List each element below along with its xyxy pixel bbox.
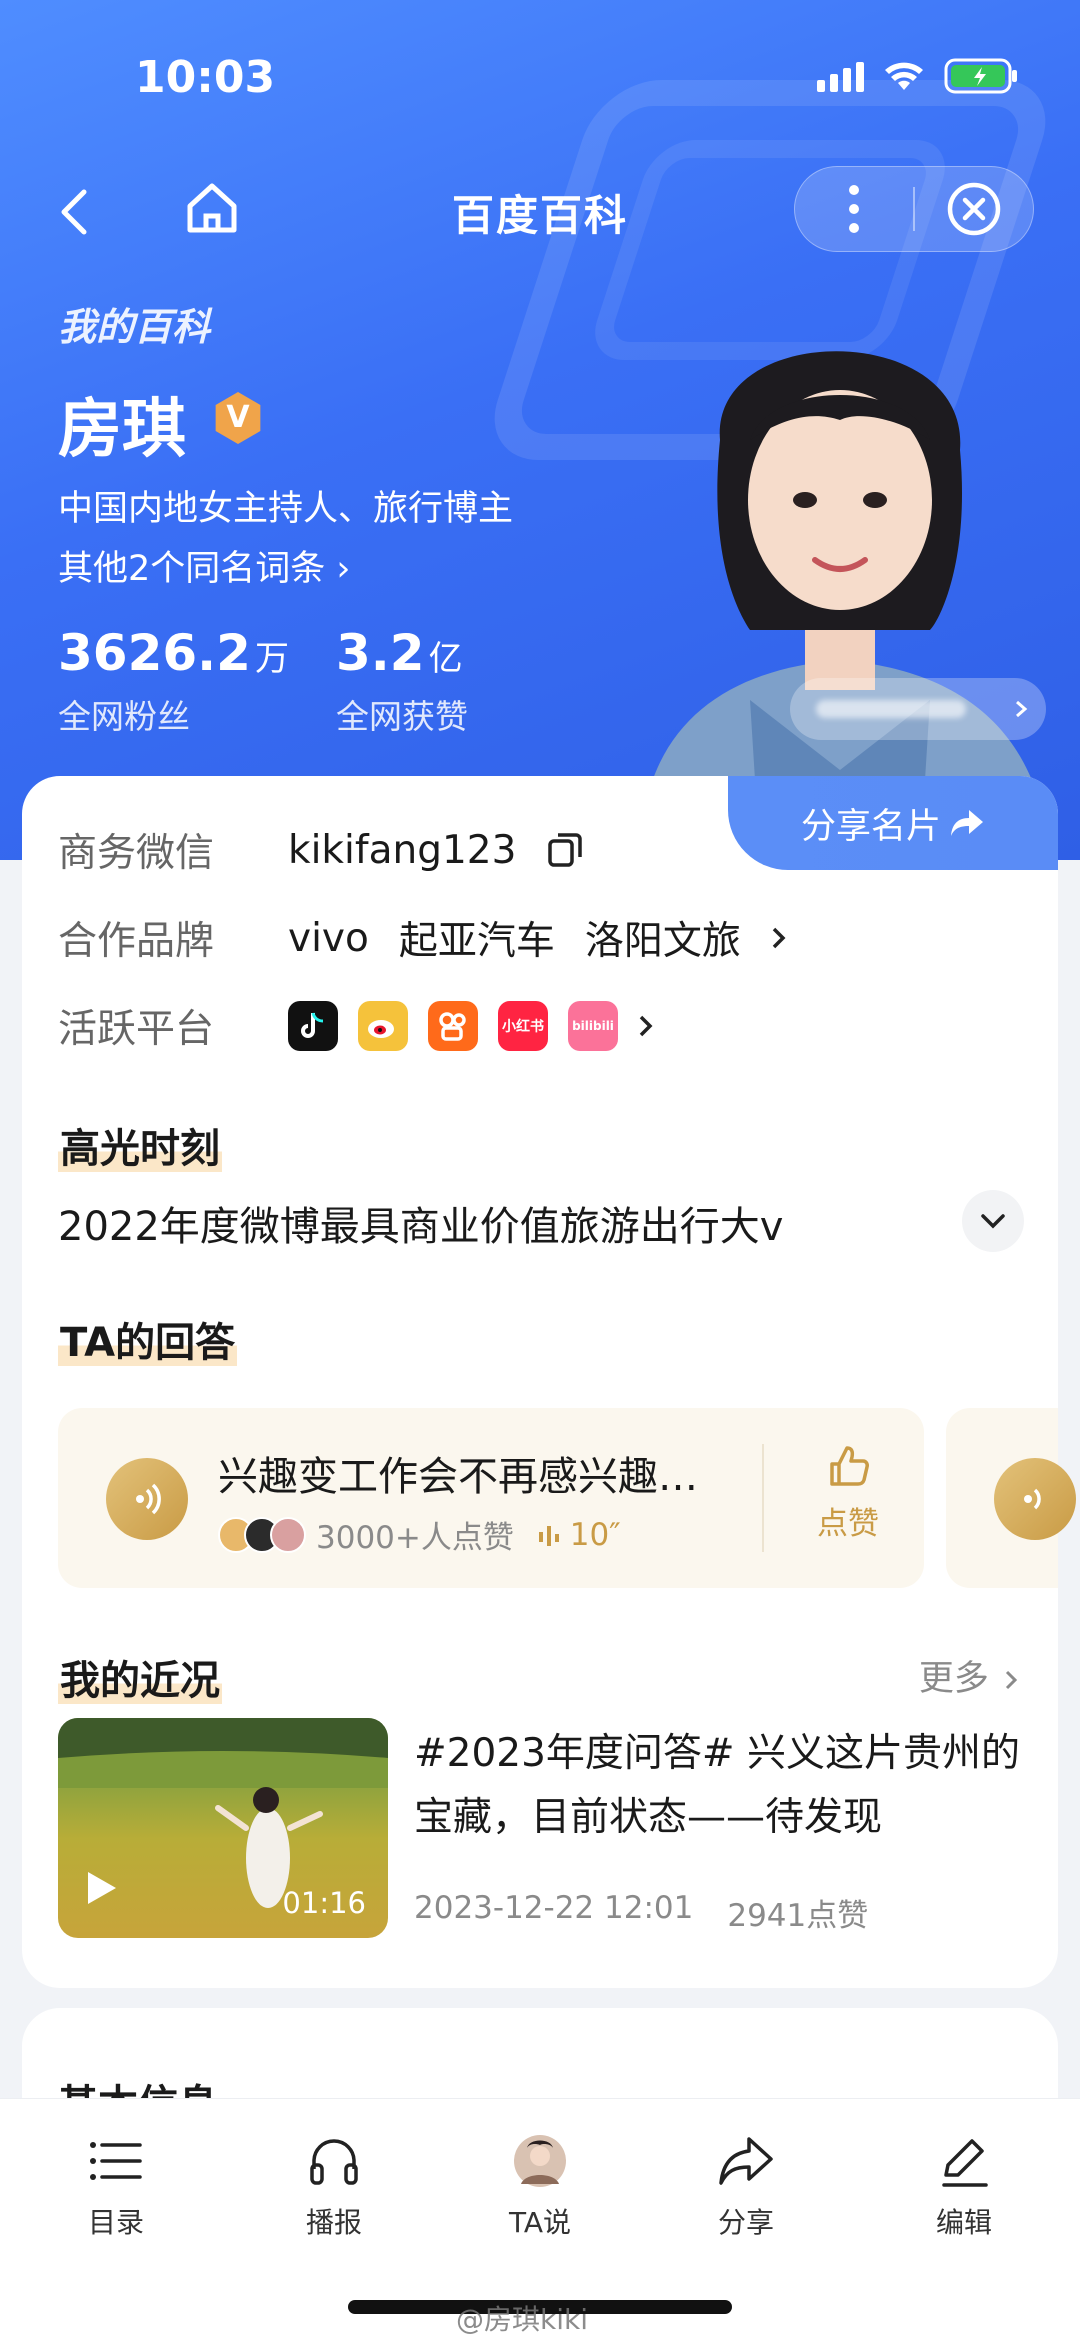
verified-badge: V	[215, 392, 261, 444]
row-key: 合作品牌	[58, 919, 215, 964]
row-key: 活跃平台	[58, 1007, 215, 1052]
xiaohongshu-icon[interactable]: 小红书	[498, 1001, 548, 1051]
answer-card-next[interactable]	[946, 1408, 1076, 1588]
chevron-right-icon	[639, 1015, 653, 1037]
brands-row[interactable]: 合作品牌 vivo 起亚汽车 洛阳文旅	[58, 910, 787, 966]
answer-likes: 3000+人点赞	[316, 1520, 514, 1556]
divider	[762, 1444, 764, 1552]
wifi-icon	[884, 60, 924, 92]
more-icon	[849, 185, 859, 233]
same-name-link[interactable]: 其他2个同名词条 ›	[58, 540, 350, 591]
video-duration: 01:16	[282, 1886, 366, 1920]
status-icons	[817, 58, 1018, 94]
tab-label: 分享	[717, 2206, 774, 2239]
expand-button[interactable]	[962, 1190, 1024, 1252]
like-label: 点赞	[817, 1506, 879, 1542]
chevron-right-icon	[1005, 1670, 1018, 1690]
brand-item: 洛阳文旅	[584, 919, 741, 964]
edit-icon	[942, 2139, 988, 2187]
answer-meta: 3000+人点赞 10″	[218, 1512, 621, 1557]
platforms-row[interactable]: 活跃平台 小红书 bilibili	[58, 998, 654, 1054]
watermark: @房琪kiki	[456, 2303, 588, 2336]
avatar	[514, 2135, 566, 2187]
close-button[interactable]	[915, 166, 1033, 252]
person-name: 房琪	[58, 393, 186, 467]
share-arrow-icon	[951, 810, 983, 836]
play-icon[interactable]	[84, 1868, 120, 1912]
row-key: 商务微信	[58, 831, 215, 876]
close-icon	[947, 182, 1001, 236]
likes-stat: 3.2 亿 全网获赞	[336, 624, 468, 738]
hero-header: 10:03 百度百科 我的百科 房琪 V 中国内地女主持人、旅行博主 其他2个同…	[0, 0, 1080, 860]
tab-catalog[interactable]: 目录	[46, 2129, 186, 2241]
tab-broadcast[interactable]: 播报	[264, 2129, 404, 2241]
douyin-icon[interactable]	[288, 1001, 338, 1051]
stat-value: 3626.2	[58, 624, 251, 682]
tab-share[interactable]: 分享	[676, 2129, 816, 2241]
share-card-label: 分享名片	[800, 806, 941, 847]
fans-stat: 3626.2 万 全网粉丝	[58, 624, 289, 738]
stat-label: 全网粉丝	[58, 697, 190, 736]
audio-play-icon[interactable]	[106, 1458, 188, 1540]
tab-label: TA说	[508, 2206, 572, 2239]
wechat-row: 商务微信 kikifang123	[58, 822, 584, 878]
answer-question: 兴趣变工作会不再感兴趣…	[218, 1454, 698, 1500]
tab-label: 编辑	[935, 2206, 992, 2239]
wechat-id: kikifang123	[288, 827, 517, 873]
tab-label: 播报	[305, 2206, 362, 2239]
stat-value: 3.2	[336, 624, 425, 682]
tab-ta-says[interactable]: TA说	[470, 2129, 610, 2241]
chevron-right-icon	[772, 927, 786, 949]
list-icon	[90, 2142, 142, 2180]
more-link[interactable]: 更多	[919, 1650, 1018, 1701]
post-date: 2023-12-22 12:01	[414, 1890, 694, 1926]
mini-program-capsule	[794, 166, 1034, 252]
thumbs-up-icon	[830, 1446, 869, 1486]
highlight-title: 高光时刻	[58, 1126, 222, 1172]
person-description: 中国内地女主持人、旅行博主	[58, 489, 514, 529]
liker-avatars	[218, 1516, 306, 1553]
stat-label: 全网获赞	[336, 697, 468, 736]
section-label: 我的百科	[58, 305, 211, 349]
share-card-button[interactable]: 分享名片	[728, 776, 1058, 870]
kuaishou-icon[interactable]	[428, 1001, 478, 1051]
recent-title: 我的近况	[58, 1658, 222, 1704]
bilibili-icon[interactable]: bilibili	[568, 1001, 618, 1051]
tab-label: 目录	[87, 2206, 144, 2239]
tab-edit[interactable]: 编辑	[894, 2129, 1034, 2241]
post-likes: 2941点赞	[727, 1898, 869, 1934]
headphones-icon	[310, 2139, 358, 2185]
brand-item: vivo	[288, 915, 369, 961]
audio-duration: 10″	[538, 1517, 621, 1553]
post-title[interactable]: #2023年度问答# 兴义这片贵州的宝藏，目前状态——待发现	[414, 1722, 1024, 1850]
brand-item: 起亚汽车	[398, 919, 555, 964]
answers-title: TA的回答	[58, 1320, 238, 1366]
share-icon	[719, 2137, 773, 2185]
weibo-icon[interactable]	[358, 1001, 408, 1051]
stat-unit: 亿	[428, 639, 463, 679]
stat-unit: 万	[254, 639, 289, 679]
more-button[interactable]	[795, 166, 913, 252]
battery-icon	[944, 58, 1018, 94]
audio-play-icon[interactable]	[994, 1458, 1076, 1540]
audio-wave-icon	[538, 1526, 559, 1546]
blurred-tag[interactable]	[790, 678, 1046, 740]
chevron-right-icon	[1016, 700, 1028, 718]
status-time: 10:03	[135, 52, 276, 103]
highlight-text: 2022年度微博最具商业价值旅游出行大v	[58, 1204, 784, 1250]
post-meta: 2023-12-22 12:01 2941点赞	[414, 1890, 868, 1935]
answer-card[interactable]: 兴趣变工作会不再感兴趣… 3000+人点赞 10″ 点赞	[58, 1408, 924, 1588]
chevron-down-icon	[981, 1214, 1005, 1229]
like-button[interactable]: 点赞	[798, 1442, 898, 1543]
copy-icon[interactable]	[546, 831, 584, 869]
video-thumbnail[interactable]: 01:16	[58, 1718, 388, 1938]
signal-icon	[817, 60, 864, 92]
